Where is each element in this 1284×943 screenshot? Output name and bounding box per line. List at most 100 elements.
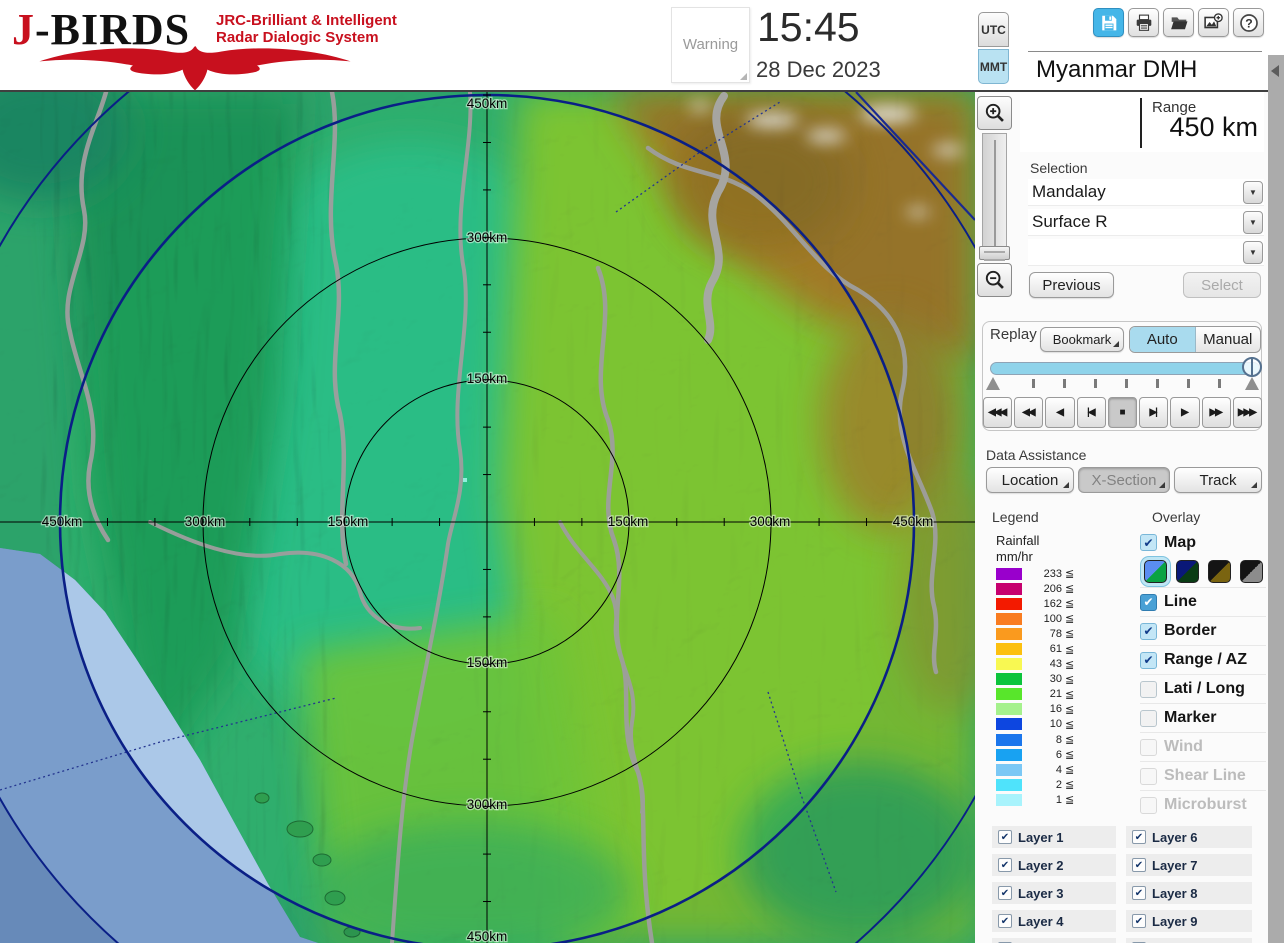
layer-row-layer-10[interactable]: ✔Layer 10 [1126, 938, 1252, 943]
previous-button[interactable]: Previous [1029, 272, 1114, 298]
checkbox[interactable]: ✔ [998, 858, 1012, 872]
layer-row-layer-1[interactable]: ✔ Layer 1 [992, 826, 1116, 848]
extra-dropdown[interactable]: ▼ [1028, 239, 1264, 266]
overlay-item-wind[interactable]: Wind [1140, 732, 1266, 761]
seek-start-button[interactable]: ◀◀◀ [983, 397, 1013, 428]
stop-button[interactable]: ■ [1107, 397, 1138, 428]
clock-time: 15:45 [757, 4, 860, 50]
x-section-button[interactable]: X-Section [1078, 467, 1170, 493]
zoom-slider-handle[interactable] [979, 246, 1010, 261]
layer-row-layer-7[interactable]: ✔ Layer 7 [1126, 854, 1252, 876]
collapse-arrow-icon[interactable] [1271, 65, 1279, 77]
radar-map[interactable]: 450km 300km 150km 150km 300km 450km 450km 300km… [0, 92, 975, 943]
checkbox[interactable]: ✔ [1140, 622, 1157, 640]
checkbox[interactable]: ✔ [1132, 886, 1146, 900]
layer-row-layer-2[interactable]: ✔ Layer 2 [992, 854, 1116, 876]
seek-end-button[interactable]: ▶▶▶ [1232, 397, 1262, 428]
utc-button[interactable]: UTC [978, 12, 1009, 47]
checkbox[interactable]: ✔ [1140, 593, 1157, 611]
track-button[interactable]: Track [1174, 467, 1262, 493]
layer-row-layer-3[interactable]: ✔ Layer 3 [992, 882, 1116, 904]
checkbox[interactable]: ✔ [1132, 858, 1146, 872]
legend-value: 206 [1043, 582, 1062, 595]
help-button[interactable]: ? [1233, 8, 1264, 37]
timeline-start-marker[interactable] [986, 377, 1000, 390]
site-dropdown[interactable]: Mandalay ▼ [1028, 179, 1264, 206]
chevron-down-icon[interactable]: ▼ [1243, 211, 1263, 234]
checkbox[interactable]: ✔ [1132, 830, 1146, 844]
panel-scrollbar[interactable] [1268, 55, 1284, 943]
overlay-item-microburst[interactable]: Microburst [1140, 790, 1266, 819]
layer-row-layer-9[interactable]: ✔ Layer 9 [1126, 910, 1252, 932]
overlay-item-lati-long[interactable]: Lati / Long [1140, 674, 1266, 703]
checkbox[interactable]: ✔ [998, 830, 1012, 844]
zoom-in-button[interactable] [977, 96, 1012, 130]
checkbox[interactable]: ✔ [1140, 651, 1157, 669]
warning-selector[interactable]: Warning [671, 7, 750, 83]
checkbox[interactable]: ✔ [998, 886, 1012, 900]
print-button[interactable] [1128, 8, 1159, 37]
checkbox[interactable]: ✔ [998, 914, 1012, 928]
replay-slider-handle[interactable] [1242, 357, 1262, 377]
timeline-tick [1187, 379, 1190, 388]
save-button[interactable] [1093, 8, 1124, 37]
overlay-item-line[interactable]: ✔ Line [1140, 587, 1266, 616]
timeline-tick [1218, 379, 1221, 388]
play-reverse-button[interactable]: ◀ [1045, 397, 1075, 428]
checkbox[interactable]: ✔ [1132, 914, 1146, 928]
layer-row-layer-6[interactable]: ✔ Layer 6 [1126, 826, 1252, 848]
legend-value: 16 [1049, 703, 1062, 716]
step-forward-button[interactable]: ▶| [1139, 397, 1169, 428]
fast-rewind-button[interactable]: ◀◀ [1014, 397, 1044, 428]
mmt-button[interactable]: MMT [978, 49, 1009, 84]
legend-symbol: ≦ [1065, 673, 1075, 686]
checkbox[interactable] [1140, 796, 1157, 814]
layer-label: Layer 3 [1018, 885, 1064, 901]
legend-symbol: ≦ [1065, 658, 1075, 671]
overlay-item-border[interactable]: ✔ Border [1140, 616, 1266, 645]
map-style-olive[interactable] [1208, 560, 1231, 583]
ring-label: 150km [467, 655, 508, 670]
legend-swatch [996, 718, 1022, 731]
legend-value: 21 [1049, 688, 1062, 701]
overlay-item-label: Map [1164, 533, 1196, 551]
replay-timeline-slider[interactable] [990, 362, 1260, 375]
layer-row-layer-5[interactable]: ✔Layer 5 [992, 938, 1116, 943]
legend-swatch [996, 643, 1022, 656]
overlay-item-marker[interactable]: Marker [1140, 703, 1266, 732]
zoom-slider-track[interactable] [982, 133, 1007, 257]
overlay-item-map[interactable]: ✔ Map [1140, 528, 1266, 557]
timeline-end-marker[interactable] [1245, 377, 1259, 390]
export-image-button[interactable] [1198, 8, 1229, 37]
zoom-out-button[interactable] [977, 263, 1012, 297]
layer-row-layer-4[interactable]: ✔ Layer 4 [992, 910, 1116, 932]
layer-row-layer-8[interactable]: ✔ Layer 8 [1126, 882, 1252, 904]
overlay-item-shear-line[interactable]: Shear Line [1140, 761, 1266, 790]
manual-mode-button[interactable]: Manual [1196, 327, 1261, 352]
play-button[interactable]: ▶ [1170, 397, 1200, 428]
map-style-gray[interactable] [1240, 560, 1263, 583]
product-dropdown[interactable]: Surface R ▼ [1028, 209, 1264, 236]
select-button[interactable]: Select [1183, 272, 1261, 298]
map-style-dark-blue[interactable] [1176, 560, 1199, 583]
checkbox[interactable] [1140, 767, 1157, 785]
checkbox[interactable] [1140, 709, 1157, 727]
location-button[interactable]: Location [986, 467, 1074, 493]
fast-forward-button[interactable]: ▶▶ [1201, 397, 1231, 428]
checkbox[interactable] [1140, 738, 1157, 756]
replay-label: Replay [990, 326, 1037, 343]
map-style-color[interactable] [1144, 560, 1167, 583]
checkbox[interactable] [1140, 680, 1157, 698]
chevron-down-icon[interactable]: ▼ [1243, 181, 1263, 204]
station-name: Myanmar DMH [1036, 56, 1198, 83]
checkbox[interactable]: ✔ [1140, 534, 1157, 551]
chevron-down-icon[interactable]: ▼ [1243, 241, 1263, 264]
overlay-label: Overlay [1152, 509, 1201, 525]
layer-label: Layer 2 [1018, 857, 1064, 873]
overlay-item-range-az[interactable]: ✔ Range / AZ [1140, 645, 1266, 674]
open-button[interactable] [1163, 8, 1194, 37]
ring-label: 300km [750, 514, 791, 529]
bookmark-button[interactable]: Bookmark [1040, 327, 1124, 352]
auto-mode-button[interactable]: Auto [1130, 327, 1196, 352]
step-back-button[interactable]: |◀ [1076, 397, 1106, 428]
